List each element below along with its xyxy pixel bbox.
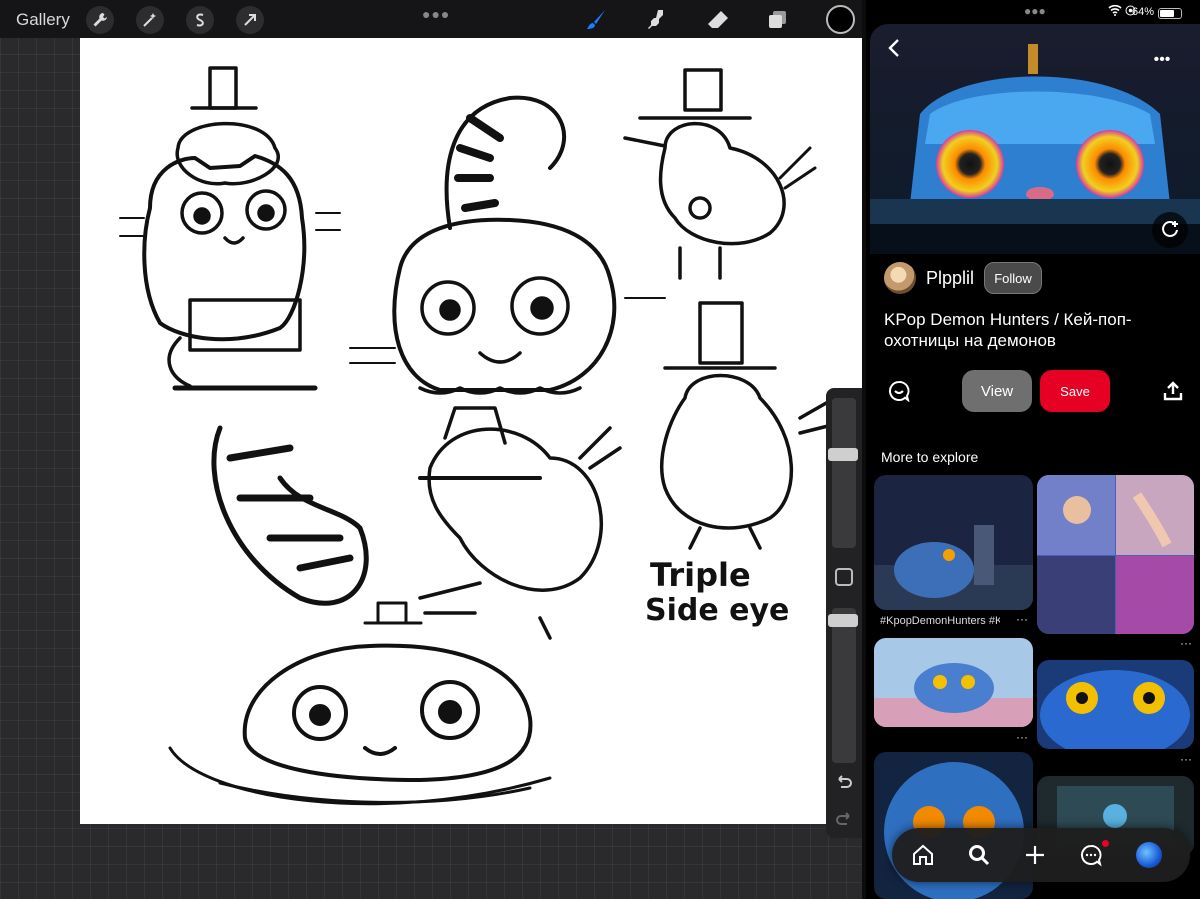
share-icon[interactable] bbox=[1162, 380, 1184, 402]
tile-more-icon[interactable]: ··· bbox=[1180, 636, 1192, 650]
tile-more-icon[interactable]: ··· bbox=[1016, 612, 1028, 626]
lens-search-icon bbox=[1162, 221, 1178, 237]
chevron-left-icon bbox=[888, 39, 899, 57]
search-icon[interactable] bbox=[966, 842, 992, 868]
layers-icon[interactable] bbox=[764, 6, 792, 34]
bottom-tab-bar bbox=[892, 828, 1190, 882]
drawing-app: Gallery ●●● Triple Side eye bbox=[0, 0, 862, 899]
drawing-canvas[interactable]: Triple Side eye bbox=[80, 38, 862, 824]
cat-sketch-1 bbox=[119, 66, 341, 391]
profile-avatar-icon[interactable] bbox=[1136, 842, 1162, 868]
smudge-icon[interactable] bbox=[642, 6, 670, 34]
pin-action-row: View Save bbox=[866, 370, 1200, 414]
notification-dot bbox=[1102, 840, 1109, 847]
wrench-icon[interactable] bbox=[86, 6, 114, 34]
transform-arrow-icon[interactable] bbox=[236, 6, 264, 34]
cat-sketch-3 bbox=[168, 601, 552, 806]
magic-wand-icon[interactable] bbox=[136, 6, 164, 34]
cat-sketch-2 bbox=[349, 95, 666, 395]
wifi-icon bbox=[1108, 4, 1122, 19]
more-to-explore-heading: More to explore bbox=[881, 449, 979, 465]
follow-button[interactable]: Follow bbox=[984, 262, 1042, 294]
author-name[interactable]: Plpplil bbox=[926, 268, 974, 289]
brush-icon[interactable] bbox=[582, 6, 610, 34]
lettering-line-2: Side eye bbox=[645, 593, 789, 628]
lettering-line-1: Triple bbox=[650, 556, 751, 594]
sketch-artwork: Triple Side eye bbox=[119, 66, 842, 806]
home-icon[interactable] bbox=[910, 842, 936, 868]
bird-sketch-2 bbox=[418, 406, 622, 640]
gallery-button[interactable]: Gallery bbox=[16, 10, 70, 30]
eraser-icon[interactable] bbox=[704, 6, 732, 34]
undo-icon[interactable] bbox=[834, 773, 854, 793]
drawing-toolbar: Gallery ●●● bbox=[0, 0, 862, 38]
modifier-button[interactable] bbox=[835, 568, 853, 586]
redo-icon[interactable] bbox=[834, 810, 854, 830]
selection-icon[interactable] bbox=[186, 6, 214, 34]
create-plus-icon[interactable] bbox=[1022, 842, 1048, 868]
more-options-button[interactable]: ••• bbox=[1148, 46, 1176, 74]
back-button[interactable] bbox=[880, 34, 908, 62]
striped-tail-sketch bbox=[211, 425, 369, 606]
opacity-thumb[interactable] bbox=[828, 614, 858, 627]
comment-icon[interactable] bbox=[888, 380, 910, 402]
drawing-multitask-dots-icon[interactable]: ●●● bbox=[422, 6, 450, 22]
battery-icon bbox=[1158, 8, 1182, 19]
battery-percent: 64% bbox=[1131, 6, 1154, 18]
author-row: Plpplil Follow bbox=[884, 262, 1194, 294]
view-button[interactable]: View bbox=[962, 370, 1032, 412]
author-avatar[interactable] bbox=[884, 262, 916, 294]
color-picker-button[interactable] bbox=[826, 5, 855, 34]
explore-tile-4[interactable] bbox=[1037, 660, 1194, 749]
tile-more-icon[interactable]: ··· bbox=[1180, 752, 1192, 766]
status-bar: ●●● 64% bbox=[866, 4, 1200, 22]
brush-size-slider[interactable] bbox=[832, 398, 856, 548]
ellipsis-icon: ••• bbox=[1153, 51, 1171, 68]
explore-tile-1[interactable] bbox=[874, 475, 1033, 610]
opacity-slider[interactable] bbox=[832, 608, 856, 763]
tile-caption[interactable]: #KpopDemonHunters #K... bbox=[880, 615, 1000, 627]
tile-more-icon[interactable]: ··· bbox=[1016, 730, 1028, 744]
explore-tile-3[interactable] bbox=[874, 638, 1033, 727]
explore-tile-2[interactable] bbox=[1037, 475, 1194, 634]
pin-title: KPop Demon Hunters / Кей-поп-охотницы на… bbox=[884, 310, 1132, 350]
pin-viewer-app: ●●● 64% ••• Plpplil Follow KPop Demon Hu… bbox=[866, 0, 1200, 899]
save-button[interactable]: Save bbox=[1040, 370, 1110, 412]
bird-sketch-1 bbox=[623, 68, 817, 280]
visual-search-button[interactable] bbox=[1152, 212, 1188, 248]
brush-size-opacity-sidebar bbox=[826, 388, 862, 838]
messages-icon[interactable] bbox=[1078, 842, 1104, 868]
brush-size-thumb[interactable] bbox=[828, 448, 858, 461]
bird-sketch-3 bbox=[660, 301, 842, 550]
pin-multitask-dots-icon[interactable]: ●●● bbox=[1024, 4, 1046, 18]
